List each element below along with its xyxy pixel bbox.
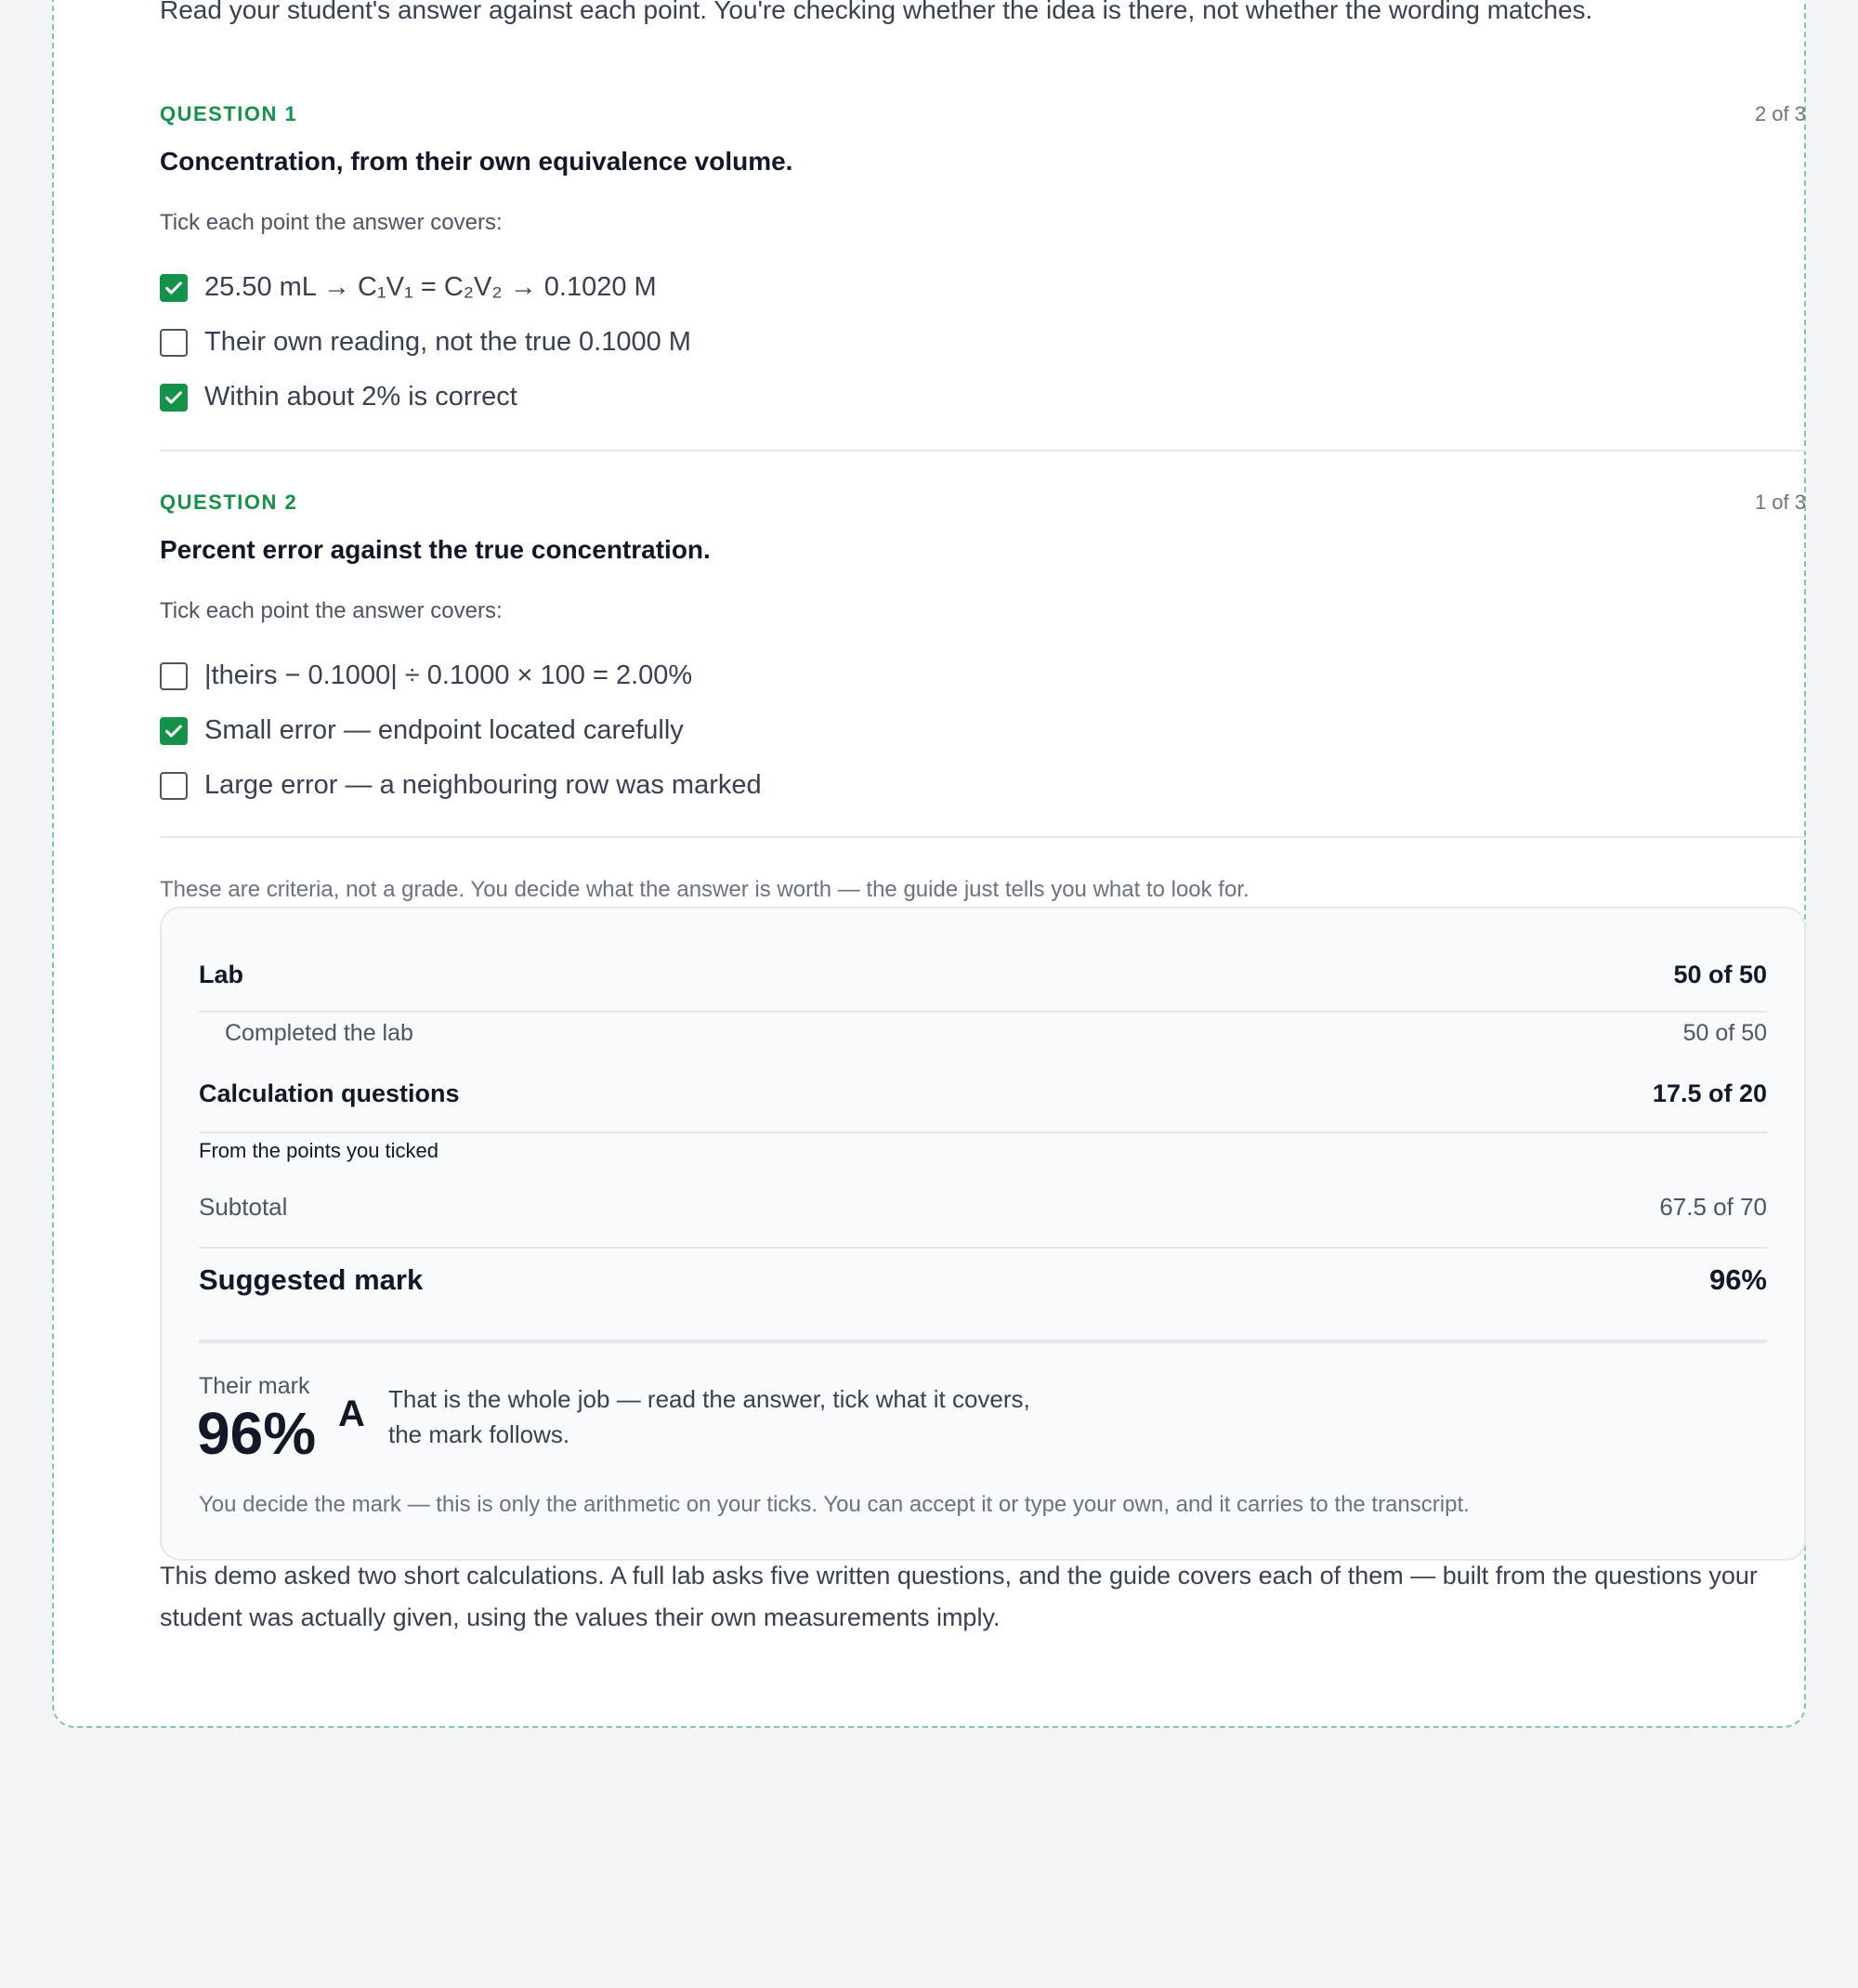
question-2-count: 1 of 3 xyxy=(1754,490,1806,514)
question-2-title: Percent error against the true concentra… xyxy=(160,535,711,564)
criteria-note: These are criteria, not a grade. You dec… xyxy=(160,877,1250,902)
criterion-label: Their own reading, not the true 0.1000 M xyxy=(204,327,691,357)
summary-row-lab: Lab 50 of 50 xyxy=(199,961,1767,989)
their-mark-value[interactable]: 96% xyxy=(197,1399,316,1468)
checkbox[interactable] xyxy=(160,273,188,302)
subtotal-value: 67.5 of 70 xyxy=(1659,1193,1767,1221)
outro-text: This demo asked two short calculations. … xyxy=(160,1562,1758,1631)
question-1-title: Concentration, from their own equivalenc… xyxy=(160,147,793,176)
question-1-count: 2 of 3 xyxy=(1754,102,1806,125)
question-1-criteria: 25.50 mL → C₁V₁ = C₂V₂ → 0.1020 M Their … xyxy=(160,260,1806,425)
calc-value: 17.5 of 20 xyxy=(1652,1079,1767,1107)
question-2-header: QUESTION 2 1 of 3 xyxy=(160,490,1806,515)
check-icon xyxy=(165,724,182,738)
criterion-label: 25.50 mL → C₁V₁ = C₂V₂ → 0.1020 M xyxy=(204,272,657,302)
checkbox[interactable] xyxy=(160,661,188,690)
summary-row-lab-detail: Completed the lab 50 of 50 xyxy=(225,1020,1767,1047)
question-1: QUESTION 1 2 of 3 Concentration, from th… xyxy=(160,102,1806,425)
criterion-label: Small error — endpoint located carefully xyxy=(204,715,684,745)
criterion-item[interactable]: Large error — a neighbouring row was mar… xyxy=(160,758,1806,813)
question-2-label: QUESTION 2 xyxy=(160,490,298,514)
criterion-item[interactable]: Their own reading, not the true 0.1000 M xyxy=(160,315,1806,370)
intro-text: Read your student's answer against each … xyxy=(160,0,1593,24)
checkbox[interactable] xyxy=(160,771,188,800)
checkbox[interactable] xyxy=(160,328,188,357)
summary-divider-thick xyxy=(199,1340,1767,1343)
summary-row-calc-detail: From the points you ticked xyxy=(199,1139,1767,1163)
summary-row-suggested: Suggested mark 96% xyxy=(199,1263,1767,1297)
suggested-mark-label: Suggested mark xyxy=(199,1263,424,1296)
calc-label: Calculation questions xyxy=(199,1079,460,1107)
criterion-item[interactable]: Within about 2% is correct xyxy=(160,370,1806,425)
question-1-instructions: Tick each point the answer covers: xyxy=(160,210,503,235)
lab-label: Lab xyxy=(199,961,244,988)
summary-row-calculation: Calculation questions 17.5 of 20 xyxy=(199,1079,1767,1108)
question-1-label: QUESTION 1 xyxy=(160,102,298,125)
checkbox[interactable] xyxy=(160,383,188,412)
criterion-item[interactable]: 25.50 mL → C₁V₁ = C₂V₂ → 0.1020 M xyxy=(160,260,1806,315)
checkbox[interactable] xyxy=(160,716,188,745)
their-mark-label: Their mark xyxy=(199,1373,310,1399)
grading-guide-card: Read your student's answer against each … xyxy=(52,0,1806,1728)
lab-detail-value: 50 of 50 xyxy=(1682,1020,1767,1046)
criterion-item[interactable]: |theirs − 0.1000| ÷ 0.1000 × 100 = 2.00% xyxy=(160,648,1806,703)
criterion-label: Large error — a neighbouring row was mar… xyxy=(204,770,762,800)
question-2-instructions: Tick each point the answer covers: xyxy=(160,598,503,623)
section-divider xyxy=(160,836,1806,838)
summary-divider xyxy=(199,1131,1767,1133)
question-2-criteria: |theirs − 0.1000| ÷ 0.1000 × 100 = 2.00%… xyxy=(160,648,1806,813)
summary-divider xyxy=(199,1011,1767,1013)
question-2: QUESTION 2 1 of 3 Percent error against … xyxy=(160,490,1806,813)
mark-summary-panel: Lab 50 of 50 Completed the lab 50 of 50 … xyxy=(160,907,1806,1561)
subtotal-label: Subtotal xyxy=(199,1193,288,1221)
lab-detail-label: Completed the lab xyxy=(225,1020,413,1046)
summary-footnote: You decide the mark — this is only the a… xyxy=(199,1492,1470,1517)
their-mark-note: That is the whole job — read the answer,… xyxy=(388,1385,1030,1448)
question-1-header: QUESTION 1 2 of 3 xyxy=(160,102,1806,126)
check-icon xyxy=(165,281,182,294)
letter-grade: A xyxy=(338,1393,365,1434)
check-icon xyxy=(165,390,182,404)
criterion-label: |theirs − 0.1000| ÷ 0.1000 × 100 = 2.00% xyxy=(204,660,693,690)
summary-row-subtotal: Subtotal 67.5 of 70 xyxy=(199,1193,1767,1222)
calc-detail-label: From the points you ticked xyxy=(199,1139,439,1162)
section-divider xyxy=(160,450,1806,451)
suggested-mark-value: 96% xyxy=(1708,1263,1767,1296)
summary-divider xyxy=(199,1247,1767,1249)
criterion-label: Within about 2% is correct xyxy=(204,382,517,412)
lab-value: 50 of 50 xyxy=(1673,961,1767,988)
criterion-item[interactable]: Small error — endpoint located carefully xyxy=(160,703,1806,758)
